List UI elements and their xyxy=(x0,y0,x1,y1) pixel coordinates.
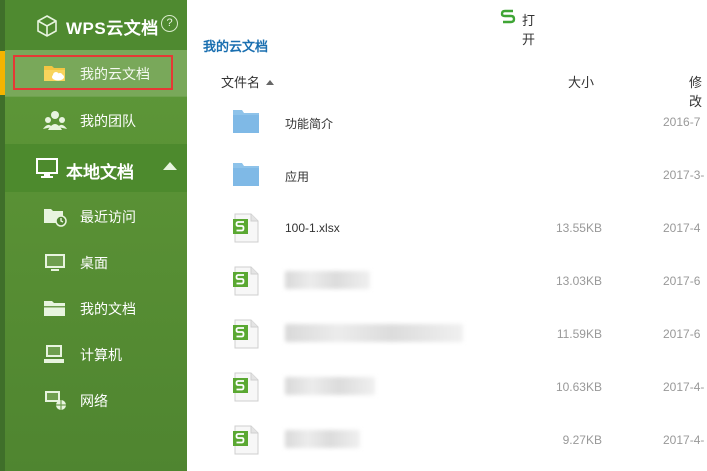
file-date: 2017-4 xyxy=(663,221,701,235)
file-name: 功能简介 xyxy=(285,117,334,131)
spreadsheet-file-icon xyxy=(232,425,260,460)
table-row[interactable]: 100-1.xlsx 13.55KB 2017-4 xyxy=(187,203,707,256)
app-title: WPS云文档 xyxy=(66,19,159,38)
sidebar-item-label: 我的团队 xyxy=(80,113,136,129)
column-header-size[interactable]: 大小 xyxy=(568,72,594,91)
table-row[interactable]: 功能简介 2016-7 xyxy=(187,97,707,150)
folder-icon xyxy=(232,160,260,193)
table-row[interactable]: 11.59KB 2017-6 xyxy=(187,309,707,362)
sidebar-item-my-documents[interactable]: 我的文档 xyxy=(5,285,187,331)
column-header-name[interactable]: 文件名 xyxy=(221,72,275,91)
sidebar-header: WPS云文档 ? xyxy=(5,0,187,50)
sidebar-item-label: 最近访问 xyxy=(80,209,136,225)
file-size: 9.27KB xyxy=(562,433,602,447)
file-date: 2017-4- xyxy=(663,380,705,394)
sidebar-section-local-docs[interactable]: 本地文档 xyxy=(5,144,187,192)
file-date: 2017-4- xyxy=(663,433,705,447)
file-date: 2016-7 xyxy=(663,115,701,129)
documents-folder-icon xyxy=(43,297,65,319)
sidebar-item-network[interactable]: 网络 xyxy=(5,377,187,423)
sort-asc-icon xyxy=(266,80,275,85)
file-date: 2017-6 xyxy=(663,327,701,341)
blurred-file-name xyxy=(285,324,463,342)
sidebar-item-desktop[interactable]: 桌面 xyxy=(5,239,187,285)
team-icon xyxy=(43,109,67,131)
sidebar-item-label: 计算机 xyxy=(80,347,122,363)
spreadsheet-file-icon xyxy=(232,319,260,354)
wps-s-logo-icon xyxy=(500,8,516,27)
file-size: 13.03KB xyxy=(555,274,602,288)
folder-cloud-icon xyxy=(43,62,65,84)
computer-icon xyxy=(43,343,65,365)
file-date: 2017-3- xyxy=(663,168,705,182)
spreadsheet-file-icon xyxy=(232,213,260,248)
spreadsheet-file-icon xyxy=(232,372,260,407)
blurred-file-name xyxy=(285,377,375,395)
file-name: 应用 xyxy=(285,170,310,184)
table-row[interactable]: 13.03KB 2017-6 xyxy=(187,256,707,309)
file-size: 10.63KB xyxy=(555,380,602,394)
spreadsheet-file-icon xyxy=(232,266,260,301)
recent-folder-icon xyxy=(43,205,67,227)
sidebar-item-label: 我的云文档 xyxy=(80,66,150,82)
breadcrumb[interactable]: 我的云文档 xyxy=(203,36,268,55)
sidebar-item-recent[interactable]: 最近访问 xyxy=(5,193,187,239)
sidebar-item-label: 桌面 xyxy=(80,255,108,271)
open-label: 打开 xyxy=(522,13,536,47)
section-label: 本地文档 xyxy=(66,163,134,182)
sidebar-item-label: 我的文档 xyxy=(80,301,136,317)
sidebar-item-my-cloud-docs[interactable]: 我的云文档 xyxy=(5,50,187,96)
blurred-file-name xyxy=(285,430,360,448)
table-row[interactable]: 9.27KB 2017-4- xyxy=(187,415,707,468)
wps-cube-icon xyxy=(35,14,59,43)
file-browser: 打开 我的云文档 文件名 大小 修改 功能简介 2016-7 应用 2017-3… xyxy=(187,0,707,471)
file-size: 13.55KB xyxy=(555,221,602,235)
blurred-file-name xyxy=(285,271,370,289)
desktop-icon xyxy=(43,251,65,273)
table-row[interactable]: 应用 2017-3- xyxy=(187,150,707,203)
folder-icon xyxy=(232,107,260,140)
monitor-icon xyxy=(35,157,59,184)
file-date: 2017-6 xyxy=(663,274,701,288)
file-size: 11.59KB xyxy=(556,327,602,341)
sidebar-item-label: 网络 xyxy=(80,393,108,409)
sidebar: WPS云文档 ? 我的云文档 我的团队 本地文档 最近访问 桌面 我的文档 计算… xyxy=(0,0,187,471)
sidebar-item-computer[interactable]: 计算机 xyxy=(5,331,187,377)
sidebar-item-my-team[interactable]: 我的团队 xyxy=(5,97,187,143)
network-icon xyxy=(43,389,66,411)
help-icon[interactable]: ? xyxy=(161,15,178,32)
collapse-caret-icon[interactable] xyxy=(163,162,177,170)
file-name: 100-1.xlsx xyxy=(285,221,340,235)
table-row[interactable]: 10.63KB 2017-4- xyxy=(187,362,707,415)
